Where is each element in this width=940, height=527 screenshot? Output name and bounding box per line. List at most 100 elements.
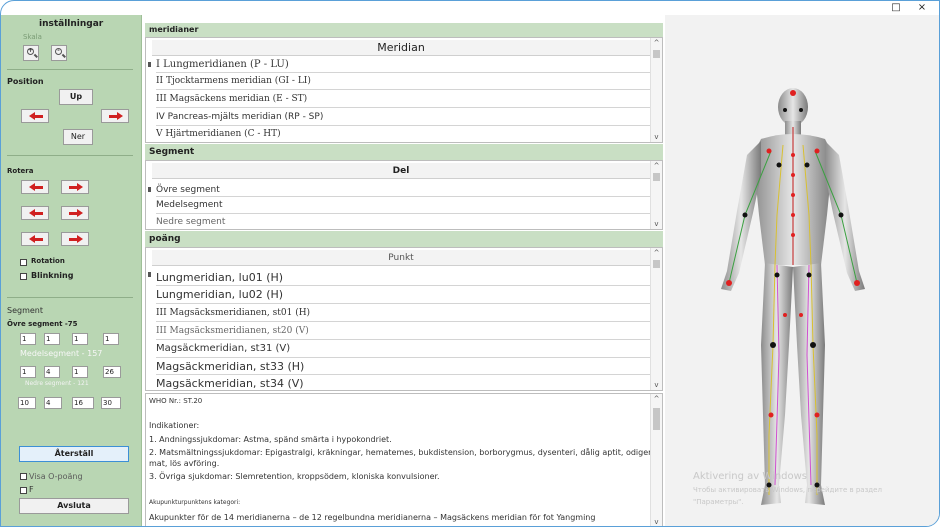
meridian-row[interactable]: V Hjärtmeridianen (C - HT)	[156, 126, 650, 142]
segment-scrollbar[interactable]: ^ v	[650, 161, 662, 229]
lower-segment-label: Nedre segment - 121	[25, 380, 89, 387]
upper-field-2[interactable]: 1	[44, 333, 60, 345]
divider	[7, 297, 133, 298]
scroll-up-icon[interactable]: ^	[651, 161, 662, 171]
upper-field-4[interactable]: 1	[103, 333, 119, 345]
indications-label: Indikationer:	[149, 421, 200, 430]
scroll-down-icon[interactable]: v	[651, 132, 662, 142]
rotation-label: Rotation	[31, 257, 65, 265]
meridian-row[interactable]: II Tjocktarmens meridian (GI - LI)	[156, 73, 650, 90]
scroll-thumb[interactable]	[653, 260, 660, 268]
arrow-left-icon	[29, 235, 43, 243]
points-grid: Punkt Lungmeridian, lu01 (H) Lungmeridia…	[145, 247, 663, 391]
point-row[interactable]: III Magsäcksmeridianen, st01 (H)	[156, 304, 650, 322]
point-row[interactable]: Lungmeridian, lu01 (H)	[156, 266, 650, 286]
zoom-out-button[interactable]: -	[51, 45, 67, 61]
indication-line: 1. Andningssjukdomar: Astma, spänd smärt…	[149, 435, 392, 444]
lower-field-4[interactable]: 30	[101, 397, 121, 409]
category-label: Akupunkturpunktens kategori:	[149, 499, 241, 506]
lower-field-3[interactable]: 16	[72, 397, 94, 409]
move-right-button[interactable]	[101, 109, 129, 123]
rotate-right-button-1[interactable]	[61, 180, 89, 194]
move-up-button[interactable]: Up	[59, 89, 93, 105]
segments-section-header: Segment	[145, 144, 663, 160]
activation-watermark-text: "Параметры".	[693, 498, 744, 506]
scroll-thumb[interactable]	[653, 50, 660, 58]
activation-watermark-title: Aktivering av Windows	[693, 471, 808, 482]
human-body-model[interactable]	[665, 15, 940, 527]
activation-watermark-text: Чтобы активировать Windows, перейдите в …	[693, 486, 882, 494]
lower-field-2[interactable]: 4	[44, 397, 62, 409]
arrow-right-icon	[69, 183, 83, 191]
point-row[interactable]: Magsäckmeridian, st31 (V)	[156, 340, 650, 358]
meridian-column-header[interactable]: Meridian	[152, 40, 650, 56]
divider	[7, 155, 133, 156]
scroll-thumb[interactable]	[653, 408, 660, 430]
meridian-row[interactable]: IV Pancreas-mjälts meridian (RP - SP)	[156, 108, 650, 126]
segment-row[interactable]: Övre segment	[156, 179, 650, 197]
middle-field-4[interactable]: 26	[103, 366, 121, 378]
info-scrollbar[interactable]: ^ v	[650, 394, 662, 526]
move-down-button[interactable]: Ner	[63, 129, 93, 145]
rotate-right-button-2[interactable]	[61, 206, 89, 220]
show-points-label: Visa O-poäng	[29, 472, 83, 481]
zoom-out-icon: -	[55, 48, 62, 55]
middle-field-1[interactable]: 1	[20, 366, 36, 378]
middle-field-2[interactable]: 4	[44, 366, 60, 378]
segment-row[interactable]: Nedre segment	[156, 214, 650, 229]
reset-button[interactable]: Återställ	[19, 446, 129, 462]
upper-field-3[interactable]: 1	[72, 333, 88, 345]
middle-segment-label: Medelsegment - 157	[20, 349, 103, 358]
body-model-viewer[interactable]: Aktivering av Windows Чтобы активировать…	[665, 15, 940, 527]
quit-button[interactable]: Avsluta	[19, 498, 129, 514]
indication-line: mat, lös avföring.	[149, 459, 220, 468]
arrow-left-icon	[29, 209, 43, 217]
meridian-row[interactable]: III Magsäckens meridian (E - ST)	[156, 90, 650, 108]
row-indicator	[148, 187, 151, 192]
arrow-right-icon	[109, 112, 123, 120]
blink-label: Blinkning	[31, 271, 74, 280]
scroll-down-icon[interactable]: v	[651, 380, 662, 390]
move-left-button[interactable]	[21, 109, 49, 123]
lower-field-1[interactable]: 10	[18, 397, 36, 409]
show-points-checkbox[interactable]	[20, 473, 27, 480]
blink-checkbox[interactable]	[20, 273, 27, 280]
rotate-left-button-2[interactable]	[21, 206, 49, 220]
rotate-left-button-1[interactable]	[21, 180, 49, 194]
point-row[interactable]: Lungmeridian, lu02 (H)	[156, 286, 650, 304]
segment-column-header[interactable]: Del	[152, 163, 650, 179]
close-button[interactable]: ×	[911, 2, 933, 14]
indication-line: 2. Matsmältningssjukdomar: Epigastralgi,…	[149, 448, 663, 457]
point-row[interactable]: Magsäckmeridian, st33 (H)	[156, 358, 650, 375]
upper-segment-label: Övre segment -75	[7, 320, 78, 328]
restore-button[interactable]: □	[885, 2, 907, 14]
scroll-up-icon[interactable]: ^	[651, 248, 662, 258]
rotation-checkbox[interactable]	[20, 259, 27, 266]
arrow-right-icon	[69, 235, 83, 243]
meridian-row[interactable]: I Lungmeridianen (P - LU)	[156, 56, 650, 73]
zoom-in-button[interactable]: +	[23, 45, 39, 61]
points-scrollbar[interactable]: ^ v	[650, 248, 662, 390]
scroll-up-icon[interactable]: ^	[651, 394, 662, 404]
app-window: □ × inställningar Skala + - Position Up …	[0, 0, 940, 527]
point-row[interactable]: Magsäckmeridian, st34 (V)	[156, 375, 650, 390]
point-info-box[interactable]: WHO Nr.: ST.20 Indikationer: 1. Andnings…	[145, 393, 663, 526]
rotate-left-button-3[interactable]	[21, 232, 49, 246]
rotate-right-button-3[interactable]	[61, 232, 89, 246]
zoom-label: Skala	[23, 33, 42, 41]
point-row[interactable]: III Magsäcksmeridianen, st20 (V)	[156, 322, 650, 340]
meridian-grid: Meridian I Lungmeridianen (P - LU) II Tj…	[145, 37, 663, 143]
scroll-down-icon[interactable]: v	[651, 517, 662, 526]
segment-row[interactable]: Medelsegment	[156, 197, 650, 214]
scroll-down-icon[interactable]: v	[651, 219, 662, 229]
f-label: F	[29, 485, 34, 494]
settings-panel: inställningar Skala + - Position Up Ner …	[1, 15, 142, 526]
scroll-thumb[interactable]	[653, 173, 660, 181]
middle-field-3[interactable]: 1	[72, 366, 88, 378]
meridian-scrollbar[interactable]: ^ v	[650, 38, 662, 142]
scroll-up-icon[interactable]: ^	[651, 38, 662, 48]
f-checkbox[interactable]	[20, 487, 27, 494]
upper-field-1[interactable]: 1	[20, 333, 36, 345]
points-column-header[interactable]: Punkt	[152, 250, 650, 266]
rotate-label: Rotera	[7, 167, 34, 175]
